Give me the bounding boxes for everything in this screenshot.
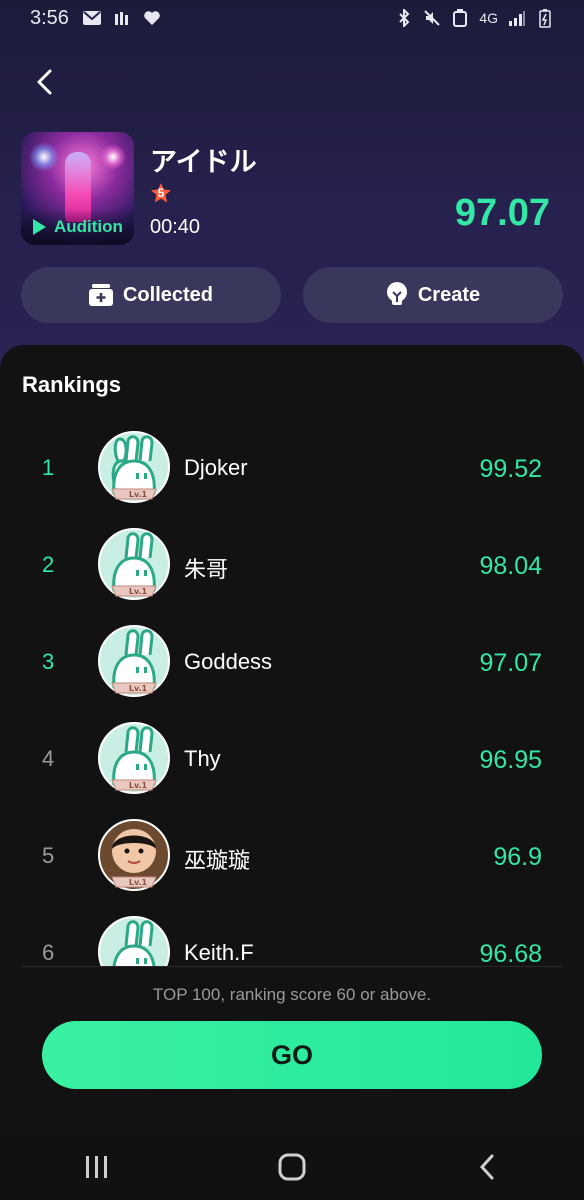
- rank-number: 2: [42, 552, 55, 577]
- player-score: 99.52: [479, 455, 542, 483]
- rankings-list[interactable]: 1 Lv.1 Djoker 99.52 2 Lv.1 朱哥 98.04 3 Lv…: [0, 417, 584, 967]
- rank-number: 4: [42, 746, 55, 771]
- chevron-left-icon: [37, 69, 52, 95]
- svg-text:Lv.1: Lv.1: [129, 684, 148, 693]
- recent-apps-icon: [86, 1156, 108, 1178]
- ranking-row[interactable]: 2 Lv.1 朱哥 98.04: [0, 514, 584, 611]
- divider: [21, 966, 563, 967]
- collected-label: Collected: [122, 283, 214, 306]
- svg-text:Lv.1: Lv.1: [129, 490, 148, 499]
- battery-icon: [536, 9, 554, 28]
- home-icon: [278, 1153, 306, 1181]
- app-notification-icon: [113, 9, 131, 27]
- network-type: 4G: [479, 10, 498, 26]
- player-name: Keith.F: [184, 940, 254, 965]
- create-label: Create: [417, 283, 481, 306]
- rankings-footer-note: TOP 100, ranking score 60 or above.: [152, 985, 432, 1004]
- player-name: Goddess: [184, 649, 273, 674]
- player-name: Thy: [184, 746, 221, 771]
- status-bar: 3:56 4G: [0, 0, 584, 36]
- player-score: 96.9: [493, 843, 542, 871]
- bunny-avatar-icon: Lv.1: [98, 625, 170, 697]
- rankings-panel: Rankings 1 Lv.1 Djoker 99.52 2 Lv.1 朱哥 9…: [0, 345, 584, 1135]
- difficulty-level: 5: [157, 186, 165, 200]
- collection-add-icon: [88, 284, 113, 306]
- rank-number: 5: [42, 843, 55, 868]
- player-name: 朱哥: [184, 557, 229, 582]
- home-button[interactable]: [262, 1137, 322, 1197]
- audition-button[interactable]: Audition: [21, 209, 134, 245]
- bunny-avatar-icon: Lv.1: [98, 431, 170, 503]
- rank-number: 1: [42, 455, 55, 480]
- rank-number: 3: [42, 649, 55, 674]
- mail-icon: [82, 9, 101, 27]
- bunny-avatar-icon: Lv.1: [98, 528, 170, 600]
- lightbulb-icon: [386, 282, 407, 305]
- stage-light: [29, 142, 59, 172]
- player-score: 98.04: [479, 552, 542, 580]
- heart-icon: [143, 9, 161, 27]
- player-score: 97.07: [479, 649, 542, 677]
- data-saver-icon: [451, 9, 469, 27]
- bunny-avatar-icon: Lv.1: [98, 916, 170, 967]
- status-time: 3:56: [30, 6, 69, 29]
- song-duration: 00:40: [150, 216, 201, 238]
- create-button[interactable]: Create: [303, 267, 563, 323]
- photo-avatar-icon: Lv.1: [98, 819, 170, 891]
- go-button[interactable]: GO: [42, 1021, 542, 1089]
- audition-label: Audition: [54, 217, 123, 236]
- ranking-row[interactable]: 3 Lv.1 Goddess 97.07: [0, 611, 584, 708]
- song-score: 97.07: [454, 192, 550, 234]
- ranking-row[interactable]: 4 Lv.1 Thy 96.95: [0, 708, 584, 805]
- recent-apps-button[interactable]: [67, 1137, 127, 1197]
- back-button[interactable]: [24, 62, 64, 102]
- player-score: 96.95: [479, 746, 542, 774]
- rank-number: 6: [42, 940, 55, 965]
- svg-text:Lv.1: Lv.1: [129, 587, 148, 596]
- collected-button[interactable]: Collected: [21, 267, 281, 323]
- player-name: 巫璇璇: [184, 848, 251, 873]
- signal-icon: [508, 9, 526, 27]
- system-back-button[interactable]: [457, 1137, 517, 1197]
- player-score: 96.68: [479, 940, 542, 967]
- song-title: アイドル: [150, 147, 257, 177]
- ranking-row[interactable]: 6 Lv.1 Keith.F 96.68: [0, 902, 584, 967]
- play-icon: [33, 219, 46, 235]
- svg-text:Lv.1: Lv.1: [129, 878, 148, 887]
- mute-icon: [423, 9, 441, 27]
- system-nav-bar: [0, 1134, 584, 1200]
- stage-light: [100, 144, 126, 170]
- ranking-row[interactable]: 5 Lv.1 巫璇璇 96.9: [0, 805, 584, 902]
- bunny-avatar-icon: Lv.1: [98, 722, 170, 794]
- ranking-row[interactable]: 1 Lv.1 Djoker 99.52: [0, 417, 584, 514]
- bluetooth-icon: [395, 9, 413, 27]
- rankings-title: Rankings: [22, 372, 122, 397]
- player-name: Djoker: [184, 455, 248, 480]
- svg-text:Lv.1: Lv.1: [129, 781, 148, 790]
- back-icon: [479, 1154, 494, 1180]
- song-cover[interactable]: Audition: [21, 132, 134, 245]
- difficulty-badge: 5: [150, 182, 172, 204]
